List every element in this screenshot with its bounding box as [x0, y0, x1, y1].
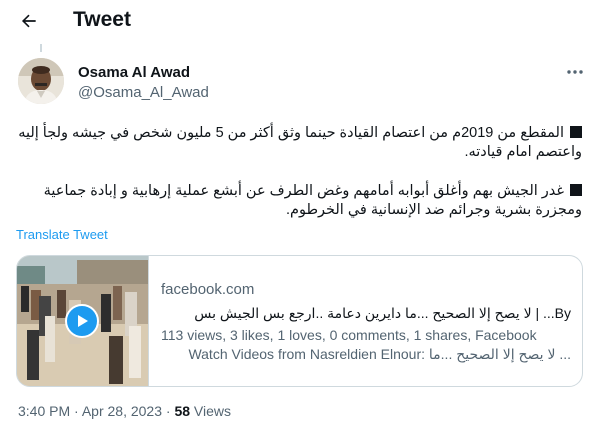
arrow-left-icon — [21, 14, 36, 28]
tweet-paragraph-text: غدر الجيش بهم وأغلق أبوابه أمامهم وغض ال… — [43, 183, 582, 218]
link-preview-card[interactable]: facebook.com By... | لا يصح إلا الصحيح .… — [16, 255, 583, 387]
avatar-image — [18, 58, 64, 104]
play-button[interactable] — [65, 304, 99, 338]
tweet-paragraph: غدر الجيش بهم وأغلق أبوابه أمامهم وغض ال… — [16, 182, 582, 220]
meta-separator: · — [74, 403, 79, 419]
bullet-square-icon — [570, 126, 582, 138]
more-button[interactable] — [563, 62, 587, 82]
views-label: Views — [193, 403, 232, 419]
bullet-square-icon — [570, 184, 582, 196]
thread-line — [40, 44, 42, 52]
card-title: By... | لا يصح إلا الصحيح ...ما دايرين د… — [194, 305, 571, 321]
tweet-date[interactable]: Apr 28, 2023 — [82, 403, 162, 419]
avatar[interactable] — [18, 58, 64, 104]
tweet-paragraph: المقطع من 2019م من اعتصام القيادة حينما … — [16, 124, 582, 162]
card-description-line: 113 views, 3 likes, 1 loves, 0 comments,… — [161, 327, 537, 343]
card-domain: facebook.com — [161, 281, 255, 298]
meta-separator: · — [165, 403, 171, 419]
card-description-line: Watch Videos from Nasreldien Elnour: لا … — [188, 346, 571, 362]
play-icon — [78, 315, 88, 327]
tweet-meta: 3:40 PM · Apr 28, 2023 · 58 Views — [18, 403, 231, 419]
tweet-paragraph-text: المقطع من 2019م من اعتصام القيادة حينما … — [18, 125, 582, 160]
more-horizontal-icon — [567, 70, 583, 74]
back-button[interactable] — [14, 6, 44, 36]
author-name[interactable]: Osama Al Awad — [78, 64, 190, 81]
views-count: 58 — [174, 403, 191, 419]
video-thumbnail[interactable] — [17, 256, 148, 386]
translate-tweet-link[interactable]: Translate Tweet — [16, 227, 108, 242]
card-body[interactable]: facebook.com By... | لا يصح إلا الصحيح .… — [148, 256, 582, 386]
tweet-time[interactable]: 3:40 PM — [18, 403, 70, 419]
card-description: 113 views, 3 likes, 1 loves, 0 comments,… — [161, 326, 571, 364]
page-title: Tweet — [73, 8, 131, 31]
top-bar: Tweet — [0, 0, 615, 42]
author-handle[interactable]: @Osama_Al_Awad — [78, 84, 209, 101]
